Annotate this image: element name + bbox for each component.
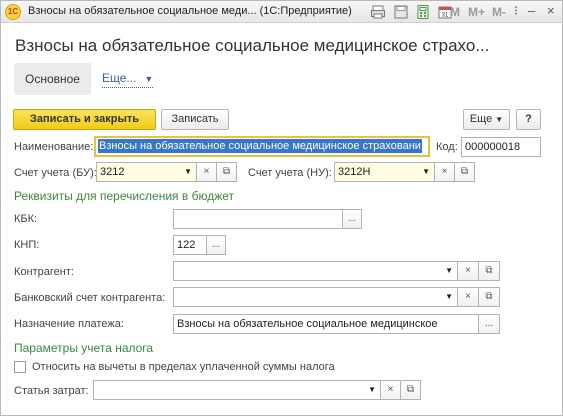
kbk-input[interactable] [173, 209, 343, 229]
tax-section-heading: Параметры учета налога [14, 341, 154, 355]
code-input[interactable]: 000000018 [461, 137, 541, 157]
expense-item-open-button[interactable]: ⧉ [400, 380, 421, 400]
window-title: Взносы на обязательное социальное меди..… [28, 5, 352, 17]
save-icon[interactable] [393, 4, 409, 20]
form-title: Взносы на обязательное социальное медици… [15, 36, 490, 55]
budget-section-heading: Реквизиты для перечисления в бюджет [14, 189, 235, 203]
account-bu-open-button[interactable]: ⧉ [216, 162, 237, 182]
save-and-close-button[interactable]: Записать и закрыть [13, 109, 156, 130]
account-nu-input[interactable]: 3212Н ▼ [334, 162, 435, 182]
account-nu-label: Счет учета (НУ): [248, 167, 332, 179]
name-input[interactable]: Взносы на обязательное социальное медици… [94, 136, 430, 157]
memory-button[interactable]: M [450, 5, 460, 19]
tab-more-menu[interactable]: Еще... ▼ [102, 71, 154, 88]
account-bu-dropdown-icon[interactable]: ▼ [184, 163, 192, 181]
account-bu-value: 3212 [100, 166, 125, 178]
expense-item-dropdown-icon[interactable]: ▼ [368, 381, 376, 399]
tab-main[interactable]: Основное [14, 63, 91, 95]
more-actions-button[interactable]: Еще ▼ [463, 109, 510, 130]
contractor-open-button[interactable]: ⧉ [478, 261, 500, 281]
account-nu-value: 3212Н [338, 166, 371, 178]
app-window: 1С Взносы на обязательное социальное мед… [0, 0, 563, 416]
code-label: Код: [436, 141, 458, 153]
chevron-down-icon: ▼ [144, 74, 154, 84]
account-nu-dropdown-icon[interactable]: ▼ [422, 163, 430, 181]
save-button[interactable]: Записать [161, 109, 229, 130]
minimize-icon[interactable]: – [528, 3, 535, 18]
knp-label: КНП: [14, 239, 40, 251]
contractor-dropdown-icon[interactable]: ▼ [445, 262, 453, 280]
expense-item-clear-button[interactable]: × [380, 380, 401, 400]
bank-account-open-button[interactable]: ⧉ [478, 287, 500, 307]
memory-add-button[interactable]: M+ [468, 5, 485, 19]
account-bu-label: Счет учета (БУ): [14, 167, 97, 179]
1c-logo-icon: 1С [5, 4, 21, 20]
account-bu-clear-button[interactable]: × [196, 162, 217, 182]
kbk-select-button[interactable]: ... [342, 209, 362, 229]
menu-icon[interactable]: ⁝ [514, 3, 518, 19]
deduction-checkbox-label[interactable]: Относить на вычеты в пределах уплаченной… [32, 361, 335, 373]
deduction-checkbox[interactable] [14, 361, 26, 373]
bank-account-dropdown-icon[interactable]: ▼ [445, 288, 453, 306]
payment-purpose-select-button[interactable]: ... [478, 314, 500, 334]
account-bu-input[interactable]: 3212 ▼ [96, 162, 197, 182]
contractor-clear-button[interactable]: × [457, 261, 479, 281]
name-label: Наименование: [14, 141, 94, 153]
payment-purpose-label: Назначение платежа: [14, 318, 124, 330]
svg-text:31: 31 [442, 13, 449, 19]
more-actions-label: Еще [469, 113, 493, 125]
print-icon[interactable] [370, 4, 386, 20]
help-button[interactable]: ? [516, 109, 541, 130]
contractor-label: Контрагент: [14, 266, 74, 278]
bank-account-clear-button[interactable]: × [457, 287, 479, 307]
account-nu-open-button[interactable]: ⧉ [454, 162, 475, 182]
dropdown-arrow-icon: ▼ [495, 115, 504, 124]
expense-item-label: Статья затрат: [14, 385, 89, 397]
payment-purpose-input[interactable]: Взносы на обязательное социальное медици… [173, 314, 479, 334]
name-input-value: Взносы на обязательное социальное медици… [98, 139, 422, 153]
bank-account-input[interactable]: ▼ [173, 287, 458, 307]
title-bar: 1С Взносы на обязательное социальное мед… [1, 1, 562, 23]
kbk-label: КБК: [14, 213, 38, 225]
knp-input[interactable]: 122 [173, 235, 207, 255]
bank-account-label: Банковский счет контрагента: [14, 292, 166, 304]
calculator-icon[interactable] [415, 4, 431, 20]
close-icon[interactable]: × [547, 3, 555, 18]
knp-select-button[interactable]: ... [206, 235, 226, 255]
memory-subtract-button[interactable]: M- [492, 5, 506, 19]
tab-more-label: Еще... [102, 71, 137, 85]
contractor-input[interactable]: ▼ [173, 261, 458, 281]
expense-item-input[interactable]: ▼ [93, 380, 381, 400]
account-nu-clear-button[interactable]: × [434, 162, 455, 182]
